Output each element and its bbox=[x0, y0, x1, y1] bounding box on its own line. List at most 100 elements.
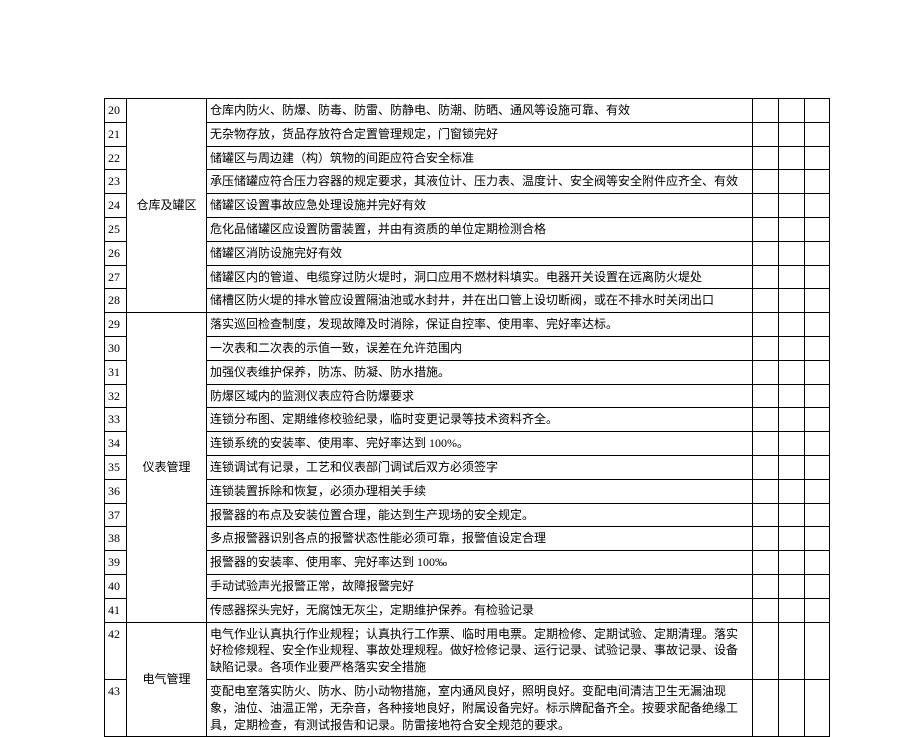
blank-cell bbox=[805, 408, 830, 432]
row-number: 33 bbox=[105, 408, 127, 432]
description-cell: 加强仪表维护保养，防冻、防凝、防水措施。 bbox=[207, 360, 753, 384]
blank-cell bbox=[805, 527, 830, 551]
table-row: 35连锁调试有记录，工艺和仪表部门调试后双方必须签字 bbox=[105, 455, 830, 479]
blank-cell bbox=[779, 99, 805, 123]
description-cell: 报警器的布点及安装位置合理，能达到生产现场的安全规定。 bbox=[207, 503, 753, 527]
blank-cell bbox=[805, 455, 830, 479]
row-number: 23 bbox=[105, 170, 127, 194]
description-cell: 仓库内防火、防爆、防毒、防雷、防静电、防潮、防晒、通风等设施可靠、有效 bbox=[207, 99, 753, 123]
blank-cell bbox=[805, 360, 830, 384]
row-number: 29 bbox=[105, 313, 127, 337]
blank-cell bbox=[779, 170, 805, 194]
table-row: 29仪表管理落实巡回检查制度，发现故障及时消除，保证自控率、使用率、完好率达标。 bbox=[105, 313, 830, 337]
description-cell: 储罐区内的管道、电缆穿过防火堤时，洞口应用不燃材料填实。电器开关设置在远离防火堤… bbox=[207, 265, 753, 289]
table-row: 20仓库及罐区仓库内防火、防爆、防毒、防雷、防静电、防潮、防晒、通风等设施可靠、… bbox=[105, 99, 830, 123]
row-number: 37 bbox=[105, 503, 127, 527]
table-row: 38 多点报警器识别各点的报警状态性能必须可靠，报警值设定合理 bbox=[105, 527, 830, 551]
description-cell: 一次表和二次表的示值一致，误差在允许范围内 bbox=[207, 336, 753, 360]
blank-cell bbox=[753, 289, 779, 313]
blank-cell bbox=[805, 503, 830, 527]
description-cell: 报警器的安装率、使用率、完好率达到 100‰ bbox=[207, 551, 753, 575]
row-number: 28 bbox=[105, 289, 127, 313]
category-cell: 仪表管理 bbox=[127, 313, 207, 622]
blank-cell bbox=[779, 479, 805, 503]
blank-cell bbox=[779, 122, 805, 146]
row-number: 21 bbox=[105, 122, 127, 146]
blank-cell bbox=[805, 241, 830, 265]
table-row: 24储罐区设置事故应急处理设施并完好有效 bbox=[105, 194, 830, 218]
description-cell: 连锁装置拆除和恢复，必须办理相关手续 bbox=[207, 479, 753, 503]
blank-cell bbox=[805, 551, 830, 575]
blank-cell bbox=[753, 360, 779, 384]
row-number: 39 bbox=[105, 551, 127, 575]
blank-cell bbox=[753, 598, 779, 622]
row-number: 24 bbox=[105, 194, 127, 218]
blank-cell bbox=[753, 574, 779, 598]
blank-cell bbox=[753, 432, 779, 456]
table-row: 31加强仪表维护保养，防冻、防凝、防水措施。 bbox=[105, 360, 830, 384]
blank-cell bbox=[779, 551, 805, 575]
row-number: 38 bbox=[105, 527, 127, 551]
blank-cell bbox=[779, 527, 805, 551]
description-cell: 多点报警器识别各点的报警状态性能必须可靠，报警值设定合理 bbox=[207, 527, 753, 551]
blank-cell bbox=[805, 99, 830, 123]
row-number: 30 bbox=[105, 336, 127, 360]
blank-cell bbox=[753, 241, 779, 265]
row-number: 41 bbox=[105, 598, 127, 622]
description-cell: 防爆区域内的监测仪表应符合防爆要求 bbox=[207, 384, 753, 408]
blank-cell bbox=[753, 503, 779, 527]
blank-cell bbox=[805, 313, 830, 337]
table-row: 33 连锁分布图、定期维修校验纪录，临时变更记录等技术资料齐全。 bbox=[105, 408, 830, 432]
blank-cell bbox=[753, 146, 779, 170]
table-row: 28 储槽区防火堤的排水管应设置隔油池或水封井，并在出口管上设切断阀，或在不排水时… bbox=[105, 289, 830, 313]
blank-cell bbox=[779, 679, 805, 736]
table-row: 43变配电室落实防火、防水、防小动物措施，室内通风良好，照明良好。变配电间清洁卫… bbox=[105, 679, 830, 736]
row-number: 35 bbox=[105, 455, 127, 479]
row-number: 32 bbox=[105, 384, 127, 408]
table-row: 26储罐区消防设施完好有效 bbox=[105, 241, 830, 265]
blank-cell bbox=[779, 360, 805, 384]
blank-cell bbox=[779, 598, 805, 622]
description-cell: 储罐区与周边建（构）筑物的间距应符合安全标准 bbox=[207, 146, 753, 170]
blank-cell bbox=[753, 479, 779, 503]
table-row: 32 防爆区域内的监测仪表应符合防爆要求 bbox=[105, 384, 830, 408]
description-cell: 落实巡回检查制度，发现故障及时消除，保证自控率、使用率、完好率达标。 bbox=[207, 313, 753, 337]
table-row: 37 报警器的布点及安装位置合理，能达到生产现场的安全规定。 bbox=[105, 503, 830, 527]
blank-cell bbox=[805, 289, 830, 313]
blank-cell bbox=[805, 679, 830, 736]
blank-cell bbox=[753, 194, 779, 218]
row-number: 27 bbox=[105, 265, 127, 289]
blank-cell bbox=[805, 598, 830, 622]
row-number: 36 bbox=[105, 479, 127, 503]
blank-cell bbox=[805, 217, 830, 241]
blank-cell bbox=[779, 574, 805, 598]
blank-cell bbox=[805, 122, 830, 146]
blank-cell bbox=[805, 146, 830, 170]
blank-cell bbox=[753, 384, 779, 408]
blank-cell bbox=[779, 313, 805, 337]
table-row: 23承压储罐应符合压力容器的规定要求，其液位计、压力表、温度计、安全阀等安全附件… bbox=[105, 170, 830, 194]
blank-cell bbox=[779, 455, 805, 479]
blank-cell bbox=[779, 194, 805, 218]
blank-cell bbox=[779, 217, 805, 241]
description-cell: 手动试验声光报警正常，故障报警完好 bbox=[207, 574, 753, 598]
table-row: 25危化品储罐区应设置防雷装置，并由有资质的单位定期检测合格 bbox=[105, 217, 830, 241]
blank-cell bbox=[779, 146, 805, 170]
blank-cell bbox=[753, 336, 779, 360]
description-cell: 连锁系统的安装率、使用率、完好率达到 100%。 bbox=[207, 432, 753, 456]
category-cell: 仓库及罐区 bbox=[127, 99, 207, 313]
table-row: 41传感器探头完好，无腐蚀无灰尘，定期维护保养。有检验记录 bbox=[105, 598, 830, 622]
description-cell: 储槽区防火堤的排水管应设置隔油池或水封井，并在出口管上设切断阀，或在不排水时关闭… bbox=[207, 289, 753, 313]
blank-cell bbox=[779, 503, 805, 527]
blank-cell bbox=[753, 527, 779, 551]
blank-cell bbox=[779, 336, 805, 360]
blank-cell bbox=[779, 384, 805, 408]
description-cell: 连锁分布图、定期维修校验纪录，临时变更记录等技术资料齐全。 bbox=[207, 408, 753, 432]
category-cell: 电气管理 bbox=[127, 622, 207, 737]
blank-cell bbox=[779, 241, 805, 265]
blank-cell bbox=[805, 384, 830, 408]
inspection-table: 20仓库及罐区仓库内防火、防爆、防毒、防雷、防静电、防潮、防晒、通风等设施可靠、… bbox=[104, 98, 830, 737]
row-number: 40 bbox=[105, 574, 127, 598]
row-number: 25 bbox=[105, 217, 127, 241]
blank-cell bbox=[753, 170, 779, 194]
